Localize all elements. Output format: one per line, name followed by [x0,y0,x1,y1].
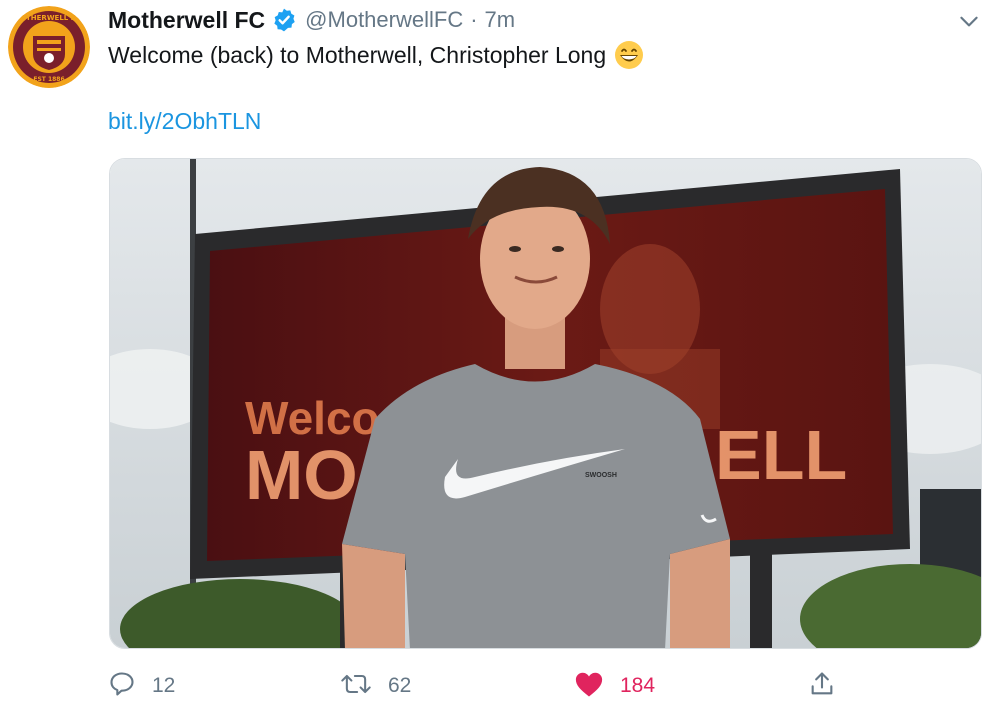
share-button[interactable] [808,664,836,708]
tweet-link[interactable]: bit.ly/2ObhTLN [108,108,261,135]
retweet-count: 62 [388,674,412,697]
billboard-text-right: ELL [715,416,847,494]
tweet-actions: 12 62 184 [108,664,838,708]
like-button[interactable]: 184 [574,664,655,708]
timestamp[interactable]: 7m [485,7,516,33]
retweet-icon [340,670,372,703]
like-count: 184 [620,674,656,697]
tweet-text-content: Welcome (back) to Motherwell, Christophe… [108,41,607,68]
tweet-header: Motherwell FC @MotherwellFC · 7m [108,4,515,36]
tweet[interactable]: MOTHERWELL F.C. EST 1886 Motherwell FC @… [0,0,1000,715]
billboard-text-line2: MO [245,436,358,514]
tweet-photo[interactable]: Welco MO ELL SWOOSH [109,158,982,649]
chevron-down-icon[interactable] [956,8,982,34]
reply-icon [108,670,136,703]
reply-count: 12 [152,674,176,697]
shirt-text: SWOOSH [585,472,617,479]
crest-bottom-text: EST 1886 [33,76,64,83]
retweet-button[interactable]: 62 [340,664,411,708]
grinning-face-icon [614,40,644,70]
separator-dot: · [470,7,478,32]
handle[interactable]: @MotherwellFC [305,7,463,33]
crest-top-text: MOTHERWELL F.C. [13,14,85,22]
verified-badge-icon [271,7,297,33]
heart-icon [574,670,604,703]
reply-button[interactable]: 12 [108,664,175,708]
photo-player-billboard: Welco MO ELL SWOOSH [110,159,981,648]
avatar[interactable]: MOTHERWELL F.C. EST 1886 [8,6,90,88]
display-name[interactable]: Motherwell FC [108,7,265,34]
tweet-text: Welcome (back) to Motherwell, Christophe… [108,40,644,70]
share-icon [808,670,836,703]
motherwell-crest-icon: MOTHERWELL F.C. EST 1886 [8,6,90,88]
